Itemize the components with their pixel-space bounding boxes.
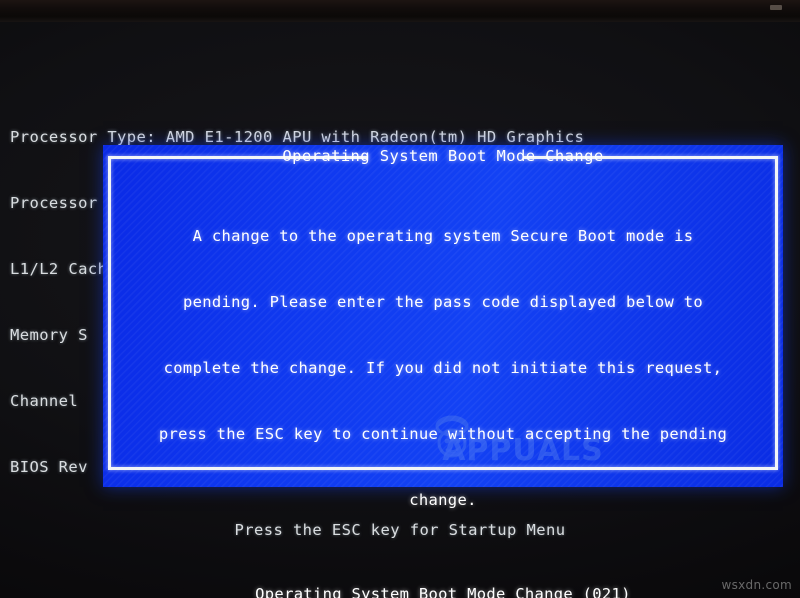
dialog-message-line: A change to the operating system Secure …: [192, 227, 694, 245]
dialog-message: A change to the operating system Secure …: [113, 181, 773, 555]
dialog-message-line: pending. Please enter the pass code disp…: [182, 293, 704, 311]
dialog-border-right: [775, 156, 778, 468]
dialog-border-left: [108, 156, 111, 468]
dialog-body: A change to the operating system Secure …: [113, 181, 773, 598]
dialog-message-line: change.: [409, 491, 477, 509]
dialog-message-line: complete the change. If you did not init…: [163, 359, 723, 377]
laptop-bezel: [0, 0, 800, 22]
passcode-header: Operating System Boot Mode Change (021): [255, 585, 631, 598]
bezel-highlight: [770, 5, 782, 10]
dialog-message-line: press the ESC key to continue without ac…: [158, 425, 728, 443]
bios-screen-photo: Processor Type: AMD E1-1200 APU with Rad…: [0, 0, 800, 598]
boot-mode-change-dialog: Operating System Boot Mode Change APPUAL…: [103, 145, 783, 598]
dialog-title: Operating System Boot Mode Change: [282, 147, 604, 165]
